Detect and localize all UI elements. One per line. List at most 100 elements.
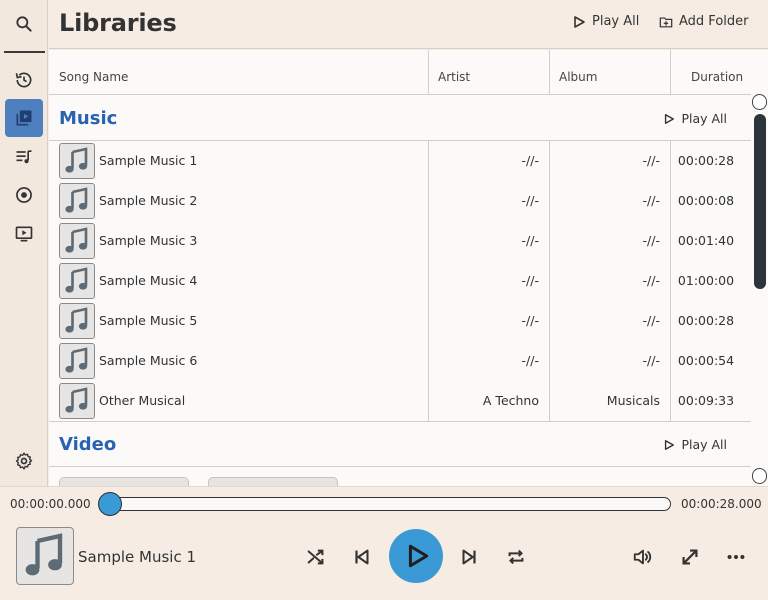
- expand-icon: [682, 549, 698, 565]
- scrollbar-thumb[interactable]: [754, 114, 766, 289]
- track-duration: 00:09:33: [677, 393, 735, 408]
- sidebar: [0, 0, 48, 486]
- repeat-button[interactable]: [504, 545, 528, 569]
- play-all-label: Play All: [681, 437, 727, 452]
- current-time: 00:00:00.000: [10, 497, 91, 511]
- play-button[interactable]: [389, 529, 443, 583]
- track-name: Other Musical: [99, 393, 186, 408]
- track-artwork: [59, 183, 95, 219]
- track-artist: -//-: [521, 313, 539, 328]
- track-artwork: [59, 343, 95, 379]
- shuffle-button[interactable]: [304, 545, 328, 569]
- sidebar-item-videos[interactable]: [5, 215, 43, 253]
- column-artist[interactable]: Artist: [438, 70, 470, 84]
- album-icon: [16, 187, 32, 203]
- scroll-down-button[interactable]: [752, 468, 767, 484]
- scroll-up-button[interactable]: [752, 94, 767, 110]
- table-row[interactable]: Sample Music 3 -//- -//- 00:01:40: [49, 221, 751, 261]
- play-icon: [665, 113, 675, 124]
- sidebar-item-playlists[interactable]: [5, 138, 43, 176]
- column-header-row: Song Name Artist Album Duration: [49, 50, 751, 95]
- now-playing-title: Sample Music 1: [78, 548, 197, 566]
- track-artwork: [59, 303, 95, 339]
- sidebar-item-albums[interactable]: [5, 176, 43, 214]
- playlist-icon: [16, 150, 32, 164]
- table-row[interactable]: Sample Music 6 -//- -//- 00:00:54: [49, 341, 751, 381]
- track-duration: 00:00:54: [677, 353, 735, 368]
- sidebar-divider: [4, 51, 45, 53]
- play-all-button[interactable]: Play All: [572, 14, 639, 29]
- gear-icon: [15, 452, 33, 470]
- shuffle-icon: [307, 549, 324, 565]
- track-duration: 00:00:28: [677, 153, 735, 168]
- total-time: 00:00:28.000: [681, 497, 762, 511]
- track-name: Sample Music 4: [99, 273, 198, 288]
- more-icon: [727, 554, 745, 560]
- track-name: Sample Music 6: [99, 353, 198, 368]
- music-note-icon: [65, 267, 88, 293]
- add-folder-button[interactable]: Add Folder: [659, 14, 748, 29]
- track-album: -//-: [642, 353, 660, 368]
- play-icon: [408, 544, 429, 568]
- track-name: Sample Music 3: [99, 233, 198, 248]
- table-row[interactable]: Sample Music 5 -//- -//- 00:00:28: [49, 301, 751, 341]
- video-card[interactable]: [208, 477, 338, 486]
- music-play-all-button[interactable]: Play All: [663, 111, 727, 126]
- now-playing-artwork: [16, 527, 74, 585]
- track-artwork: [59, 263, 95, 299]
- play-all-label: Play All: [681, 111, 727, 126]
- search-button[interactable]: [5, 5, 43, 43]
- volume-button[interactable]: [631, 545, 655, 569]
- column-duration[interactable]: Duration: [691, 70, 743, 84]
- video-card[interactable]: [59, 477, 189, 486]
- sidebar-item-history[interactable]: [5, 61, 43, 99]
- table-row[interactable]: Sample Music 4 -//- -//- 01:00:00: [49, 261, 751, 301]
- video-play-all-button[interactable]: Play All: [663, 437, 727, 452]
- seek-bar[interactable]: [100, 497, 671, 511]
- history-icon: [15, 72, 32, 88]
- track-album: Musicals: [606, 393, 660, 408]
- section-music: Music Play All: [49, 96, 751, 141]
- track-artwork: [59, 223, 95, 259]
- table-row[interactable]: Other Musical A Techno Musicals 00:09:33: [49, 381, 751, 421]
- column-album[interactable]: Album: [559, 70, 597, 84]
- track-artist: -//-: [521, 273, 539, 288]
- track-artwork: [59, 143, 95, 179]
- track-artist: -//-: [521, 233, 539, 248]
- play-icon: [665, 439, 675, 450]
- track-artist: -//-: [521, 193, 539, 208]
- column-divider: [428, 50, 429, 95]
- music-note-icon: [25, 533, 63, 576]
- column-song-name[interactable]: Song Name: [59, 70, 128, 84]
- next-button[interactable]: [457, 545, 481, 569]
- add-folder-label: Add Folder: [679, 14, 749, 29]
- section-title: Music: [59, 108, 118, 129]
- fullscreen-button[interactable]: [678, 545, 702, 569]
- track-duration: 00:00:08: [677, 193, 735, 208]
- track-artist: A Techno: [482, 393, 539, 408]
- section-title: Video: [59, 434, 117, 455]
- player-bar: 00:00:00.000 00:00:28.000 Sample Music 1: [0, 486, 768, 600]
- music-note-icon: [65, 187, 88, 213]
- table-row[interactable]: Sample Music 2 -//- -//- 00:00:08: [49, 181, 751, 221]
- skip-next-icon: [462, 549, 476, 565]
- track-artist: -//-: [521, 153, 539, 168]
- track-name: Sample Music 5: [99, 313, 198, 328]
- music-note-icon: [65, 387, 88, 413]
- more-options-button[interactable]: [724, 545, 748, 569]
- music-note-icon: [65, 307, 88, 333]
- track-duration: 01:00:00: [677, 273, 735, 288]
- table-row[interactable]: Sample Music 1 -//- -//- 00:00:28: [49, 141, 751, 181]
- search-icon: [16, 16, 32, 32]
- repeat-icon: [508, 549, 524, 565]
- previous-button[interactable]: [350, 545, 374, 569]
- track-name: Sample Music 1: [99, 153, 198, 168]
- page-title: Libraries: [59, 9, 177, 37]
- seek-handle[interactable]: [98, 492, 122, 516]
- skip-previous-icon: [355, 549, 369, 565]
- sidebar-item-library[interactable]: [5, 99, 43, 137]
- settings-button[interactable]: [5, 442, 43, 480]
- page-header: Libraries Play All Add Folder: [49, 0, 768, 49]
- music-note-icon: [65, 147, 88, 173]
- track-duration: 00:00:28: [677, 313, 735, 328]
